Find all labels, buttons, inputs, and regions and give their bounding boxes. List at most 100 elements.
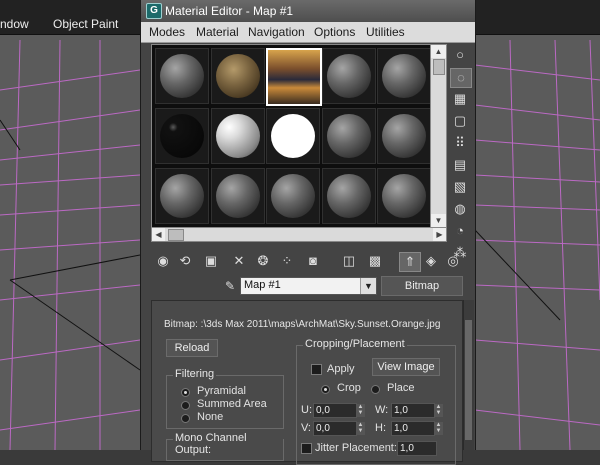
put-to-library-icon[interactable]: ◙ (303, 252, 323, 270)
sample-slot[interactable] (155, 108, 209, 164)
material-sphere (215, 114, 260, 158)
h-spinner-arrows-icon[interactable]: ▲ ▼ (434, 422, 443, 435)
sample-uv-tiling-icon[interactable]: ▢ (450, 112, 470, 130)
filtering-title: Filtering (173, 368, 217, 380)
sample-slot[interactable] (155, 48, 209, 104)
sample-slot[interactable] (377, 48, 431, 104)
bitmap-path-button[interactable]: Bitmap: :\3ds Max 2011\maps\ArchMat\Sky.… (164, 319, 440, 330)
sample-slot[interactable] (321, 48, 376, 104)
sample-slot[interactable] (321, 108, 376, 164)
sample-slot[interactable] (155, 168, 209, 224)
go-forward-to-sibling-icon[interactable]: ◎ (443, 252, 463, 270)
apply-checkbox[interactable] (311, 364, 322, 375)
menu-bar: Modes Material Navigation Options Utilit… (141, 22, 475, 43)
put-to-scene-icon[interactable]: ⟲ (175, 252, 195, 270)
sample-slot-grid (151, 44, 431, 228)
sample-slot[interactable] (266, 48, 322, 106)
title-bar[interactable]: G Material Editor - Map #1 (141, 0, 475, 23)
slots-horizontal-scrollbar[interactable]: ◀ ▶ (151, 227, 447, 242)
view-image-button[interactable]: View Image (372, 358, 440, 376)
jitter-spinner-field[interactable]: 1,0 (397, 441, 437, 456)
menu-options[interactable]: Options (314, 25, 355, 39)
map-name-field[interactable]: Map #1 ▼ (240, 277, 377, 295)
video-color-check-icon[interactable]: ⠿ (450, 134, 470, 152)
material-sphere (382, 54, 426, 98)
w-spinner-arrows-icon[interactable]: ▲ ▼ (434, 404, 443, 417)
filter-none-label: None (197, 411, 224, 423)
filtering-group: Filtering Pyramidal Summed Area None (166, 368, 284, 429)
menu-material[interactable]: Material (196, 25, 239, 39)
u-spinner-arrows-icon[interactable]: ▲ ▼ (356, 404, 365, 417)
filter-pyramidal-radio[interactable] (181, 388, 190, 397)
scroll-up-arrow-icon[interactable]: ▲ (431, 45, 446, 58)
filter-none-radio[interactable] (181, 414, 190, 423)
rollout-scroll-thumb[interactable] (465, 320, 472, 440)
mono-channel-title: Mono Channel Output: (173, 432, 283, 456)
slots-vertical-scrollbar[interactable]: ▲ ▼ (430, 44, 447, 228)
sample-slot[interactable] (266, 168, 320, 224)
map-type-button[interactable]: Bitmap (381, 276, 463, 296)
select-by-material-icon[interactable]: ◔ (450, 222, 470, 240)
menu-modes[interactable]: Modes (149, 25, 185, 39)
sample-slot[interactable] (210, 108, 265, 164)
rollout-scrollbar[interactable] (463, 300, 474, 450)
assign-to-selection-icon[interactable]: ▣ (201, 252, 221, 270)
u-spinner-field[interactable]: 0,0 (313, 403, 357, 418)
sample-slot[interactable] (210, 48, 265, 104)
film-icon[interactable]: ▧ (450, 178, 470, 196)
menu-object-paint-label[interactable]: Object Paint (53, 17, 118, 31)
material-sphere (268, 50, 320, 104)
scroll-thumb-horizontal[interactable] (168, 229, 184, 241)
show-end-result-icon[interactable]: ⇑ (399, 252, 421, 272)
h-spinner-field[interactable]: 1,0 (391, 421, 435, 436)
sample-slot[interactable] (321, 168, 376, 224)
filter-summed-area-radio[interactable] (181, 401, 190, 410)
w-spinner-field[interactable]: 1,0 (391, 403, 435, 418)
make-preview-icon[interactable]: ▤ (450, 156, 470, 174)
app-icon: G (146, 3, 162, 19)
scroll-thumb[interactable] (433, 59, 445, 75)
apply-label: Apply (327, 363, 355, 375)
crop-label: Crop (337, 382, 361, 394)
sample-slot[interactable] (266, 108, 320, 164)
backlight-icon[interactable]: ◌ (450, 68, 472, 88)
u-label: U: (301, 404, 312, 416)
place-radio[interactable] (371, 385, 380, 394)
scroll-left-arrow-icon[interactable]: ◀ (152, 228, 165, 241)
reset-delete-icon[interactable]: ✕ (229, 252, 249, 270)
v-spinner-field[interactable]: 0,0 (313, 421, 357, 436)
reload-button[interactable]: Reload (166, 339, 218, 357)
menu-window-label[interactable]: ndow (0, 17, 29, 31)
material-sphere (160, 174, 204, 218)
sample-slot[interactable] (377, 168, 431, 224)
map-name-dropdown-icon[interactable]: ▼ (360, 278, 376, 294)
material-sphere (326, 114, 371, 158)
background-checker-icon[interactable]: ▦ (450, 90, 470, 108)
scroll-right-arrow-icon[interactable]: ▶ (433, 228, 446, 241)
material-sphere (215, 174, 260, 218)
material-sphere (160, 114, 204, 158)
options-icon[interactable]: ◍ (450, 200, 470, 218)
window-title: Material Editor - Map #1 (165, 4, 294, 18)
get-material-icon[interactable]: ◉ (153, 252, 173, 270)
scroll-down-arrow-icon[interactable]: ▼ (431, 214, 446, 227)
material-sphere (215, 54, 260, 98)
material-editor-window: G Material Editor - Map #1 Modes Materia… (140, 0, 476, 465)
jitter-placement-checkbox[interactable] (301, 443, 312, 454)
material-id-channel-icon[interactable]: ◫ (339, 252, 359, 270)
menu-navigation[interactable]: Navigation (248, 25, 305, 39)
sample-slot[interactable] (210, 168, 265, 224)
sample-type-sphere-icon[interactable]: ○ (450, 46, 470, 64)
side-toolbar: ○ ◌ ▦ ▢ ⠿ ▤ ▧ ◍ ◔ ⁂ (447, 44, 473, 260)
make-copy-icon[interactable]: ❂ (253, 252, 273, 270)
material-sphere (160, 54, 204, 98)
pick-material-eyedropper-icon[interactable]: ✎ (225, 279, 239, 293)
menu-utilities[interactable]: Utilities (366, 25, 405, 39)
go-to-parent-icon[interactable]: ◈ (421, 252, 441, 270)
show-map-in-viewport-icon[interactable]: ▩ (365, 252, 385, 270)
make-unique-icon[interactable]: ⁘ (277, 252, 297, 270)
crop-radio[interactable] (321, 385, 330, 394)
sample-slot[interactable] (377, 108, 431, 164)
filter-pyramidal-label: Pyramidal (197, 385, 246, 397)
v-spinner-arrows-icon[interactable]: ▲ ▼ (356, 422, 365, 435)
